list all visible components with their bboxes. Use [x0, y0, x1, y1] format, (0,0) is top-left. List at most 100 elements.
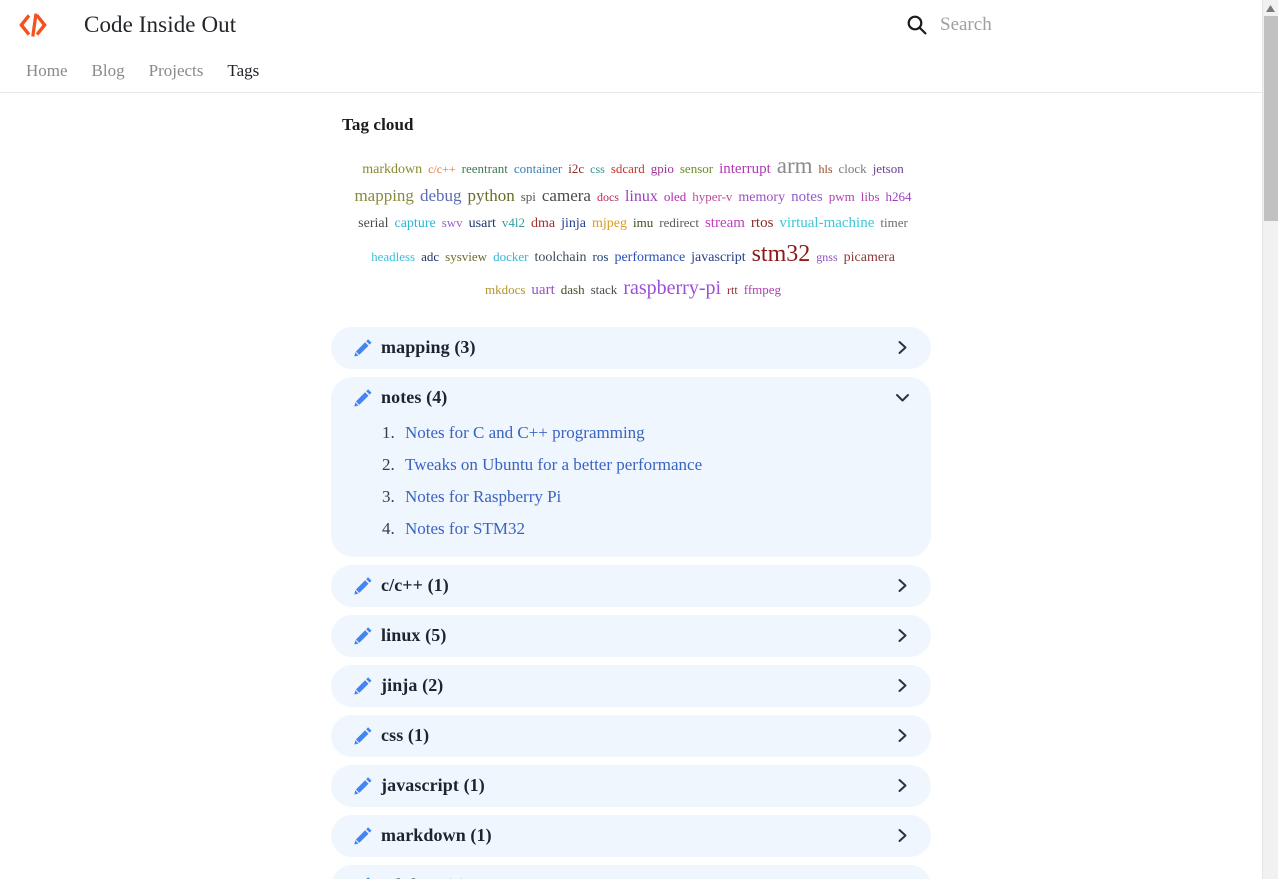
tag-link[interactable]: serial	[358, 214, 388, 234]
tag-card-header[interactable]: javascript (1)	[331, 765, 931, 807]
post-link[interactable]: Notes for STM32	[405, 519, 525, 538]
tag-link[interactable]: c/c++	[428, 161, 456, 178]
tag-link[interactable]: picamera	[844, 248, 895, 268]
scrollbar-thumb[interactable]	[1264, 16, 1278, 221]
tag-card-header[interactable]: c/c++ (1)	[331, 565, 931, 607]
tag-link[interactable]: sdcard	[611, 160, 645, 179]
tag-link[interactable]: raspberry-pi	[623, 274, 721, 303]
tag-card-header[interactable]: linux (5)	[331, 615, 931, 657]
tag-link[interactable]: usart	[469, 214, 496, 234]
tag-card-header[interactable]: mkdocs (1)	[331, 865, 931, 879]
tag-link[interactable]: redirect	[659, 214, 699, 233]
tag-link[interactable]: interrupt	[719, 159, 771, 181]
chevron-right-icon[interactable]	[894, 678, 910, 694]
tag-card-title: mkdocs (1)	[381, 875, 467, 879]
tag-link[interactable]: headless	[371, 248, 415, 267]
tag-link[interactable]: libs	[861, 188, 880, 207]
tag-link[interactable]: rtt	[727, 282, 738, 299]
search-icon[interactable]	[905, 14, 927, 36]
tag-link[interactable]: sensor	[680, 160, 713, 179]
tag-card-header[interactable]: jinja (2)	[331, 665, 931, 707]
tag-link[interactable]: dma	[531, 214, 555, 234]
tag-link[interactable]: toolchain	[534, 248, 586, 268]
chevron-right-icon[interactable]	[894, 578, 910, 594]
tag-card-header[interactable]: mapping (3)	[331, 327, 931, 369]
search-box[interactable]	[905, 13, 1120, 36]
site-title: Code Inside Out	[84, 11, 237, 37]
tag-link[interactable]: stack	[591, 281, 618, 300]
tag-link[interactable]: swv	[442, 214, 463, 233]
post-link[interactable]: Tweaks on Ubuntu for a better performanc…	[405, 455, 702, 474]
tag-link[interactable]: arm	[777, 149, 813, 182]
tag-cloud: markdown c/c++ reentrant container i2c css sdc…	[333, 149, 933, 303]
chevron-right-icon[interactable]	[894, 828, 910, 844]
nav-item-tags[interactable]: Tags	[215, 49, 271, 93]
tag-link[interactable]: jetson	[873, 160, 904, 179]
post-link[interactable]: Notes for C and C++ programming	[405, 423, 645, 442]
tag-link[interactable]: docs	[597, 189, 619, 206]
tag-card: mkdocs (1)	[331, 864, 931, 879]
tag-link[interactable]: notes	[791, 187, 823, 209]
tag-link[interactable]: reentrant	[462, 160, 508, 179]
nav-item-home[interactable]: Home	[14, 49, 80, 93]
tag-link[interactable]: jinja	[561, 214, 586, 234]
tag-link[interactable]: gpio	[651, 160, 674, 179]
tag-link[interactable]: h264	[886, 188, 912, 207]
chevron-right-icon[interactable]	[894, 778, 910, 794]
tag-link[interactable]: ffmpeg	[744, 281, 781, 300]
tag-link[interactable]: hls	[819, 161, 833, 178]
tag-link[interactable]: hyper-v	[692, 188, 732, 207]
tag-link[interactable]: camera	[542, 184, 591, 209]
tag-link[interactable]: oled	[664, 188, 686, 207]
tag-card-header[interactable]: markdown (1)	[331, 815, 931, 857]
tag-link[interactable]: linux	[625, 185, 658, 208]
pencil-icon	[353, 388, 373, 408]
tag-link[interactable]: clock	[839, 160, 867, 179]
tag-link[interactable]: stream	[705, 213, 745, 235]
tag-link[interactable]: rtos	[751, 213, 774, 235]
tag-link[interactable]: mjpeg	[592, 214, 627, 234]
tag-card-header[interactable]: css (1)	[331, 715, 931, 757]
tag-link[interactable]: javascript	[691, 248, 745, 268]
tag-link[interactable]: pwm	[829, 188, 855, 207]
tag-link[interactable]: python	[467, 184, 514, 209]
tag-cloud-row: markdown c/c++ reentrant container i2c css sdc…	[333, 149, 933, 182]
chevron-right-icon[interactable]	[894, 628, 910, 644]
tag-link[interactable]: dash	[561, 281, 585, 300]
tag-link[interactable]: markdown	[362, 160, 422, 180]
tag-link[interactable]: capture	[395, 214, 436, 234]
nav-item-blog[interactable]: Blog	[80, 49, 137, 93]
tag-link[interactable]: container	[514, 160, 562, 179]
chevron-right-icon[interactable]	[894, 728, 910, 744]
tag-link[interactable]: css	[590, 161, 605, 178]
tag-link[interactable]: gnss	[816, 249, 837, 266]
tag-link[interactable]: adc	[421, 248, 439, 267]
tag-link[interactable]: mapping	[354, 184, 414, 209]
tag-link[interactable]: ros	[593, 248, 609, 267]
tag-link[interactable]: spi	[521, 188, 536, 207]
list-item: Notes for C and C++ programming	[399, 423, 931, 443]
tag-link[interactable]: i2c	[568, 160, 584, 179]
tag-link[interactable]: virtual-machine	[779, 213, 874, 235]
search-input[interactable]	[940, 13, 1120, 36]
tag-link[interactable]: memory	[738, 188, 785, 208]
tag-card-header[interactable]: notes (4)	[331, 377, 931, 419]
tag-link[interactable]: performance	[614, 248, 685, 268]
chevron-down-icon[interactable]	[894, 390, 910, 406]
nav-item-projects[interactable]: Projects	[137, 49, 216, 93]
tag-link[interactable]: stm32	[752, 237, 811, 272]
chevron-right-icon[interactable]	[894, 340, 910, 356]
tag-card-title: javascript (1)	[381, 775, 485, 796]
brand-link[interactable]: Code Inside Out	[16, 8, 236, 42]
scroll-up-arrow-icon[interactable]	[1263, 0, 1278, 16]
page-scrollbar[interactable]	[1262, 0, 1278, 879]
tag-link[interactable]: imu	[633, 214, 653, 233]
tag-link[interactable]: sysview	[445, 248, 487, 267]
post-link[interactable]: Notes for Raspberry Pi	[405, 487, 561, 506]
tag-link[interactable]: uart	[531, 280, 554, 302]
tag-link[interactable]: mkdocs	[485, 281, 525, 300]
tag-link[interactable]: docker	[493, 248, 528, 267]
tag-link[interactable]: v4l2	[502, 214, 525, 233]
tag-link[interactable]: timer	[880, 214, 907, 233]
tag-link[interactable]: debug	[420, 184, 462, 209]
